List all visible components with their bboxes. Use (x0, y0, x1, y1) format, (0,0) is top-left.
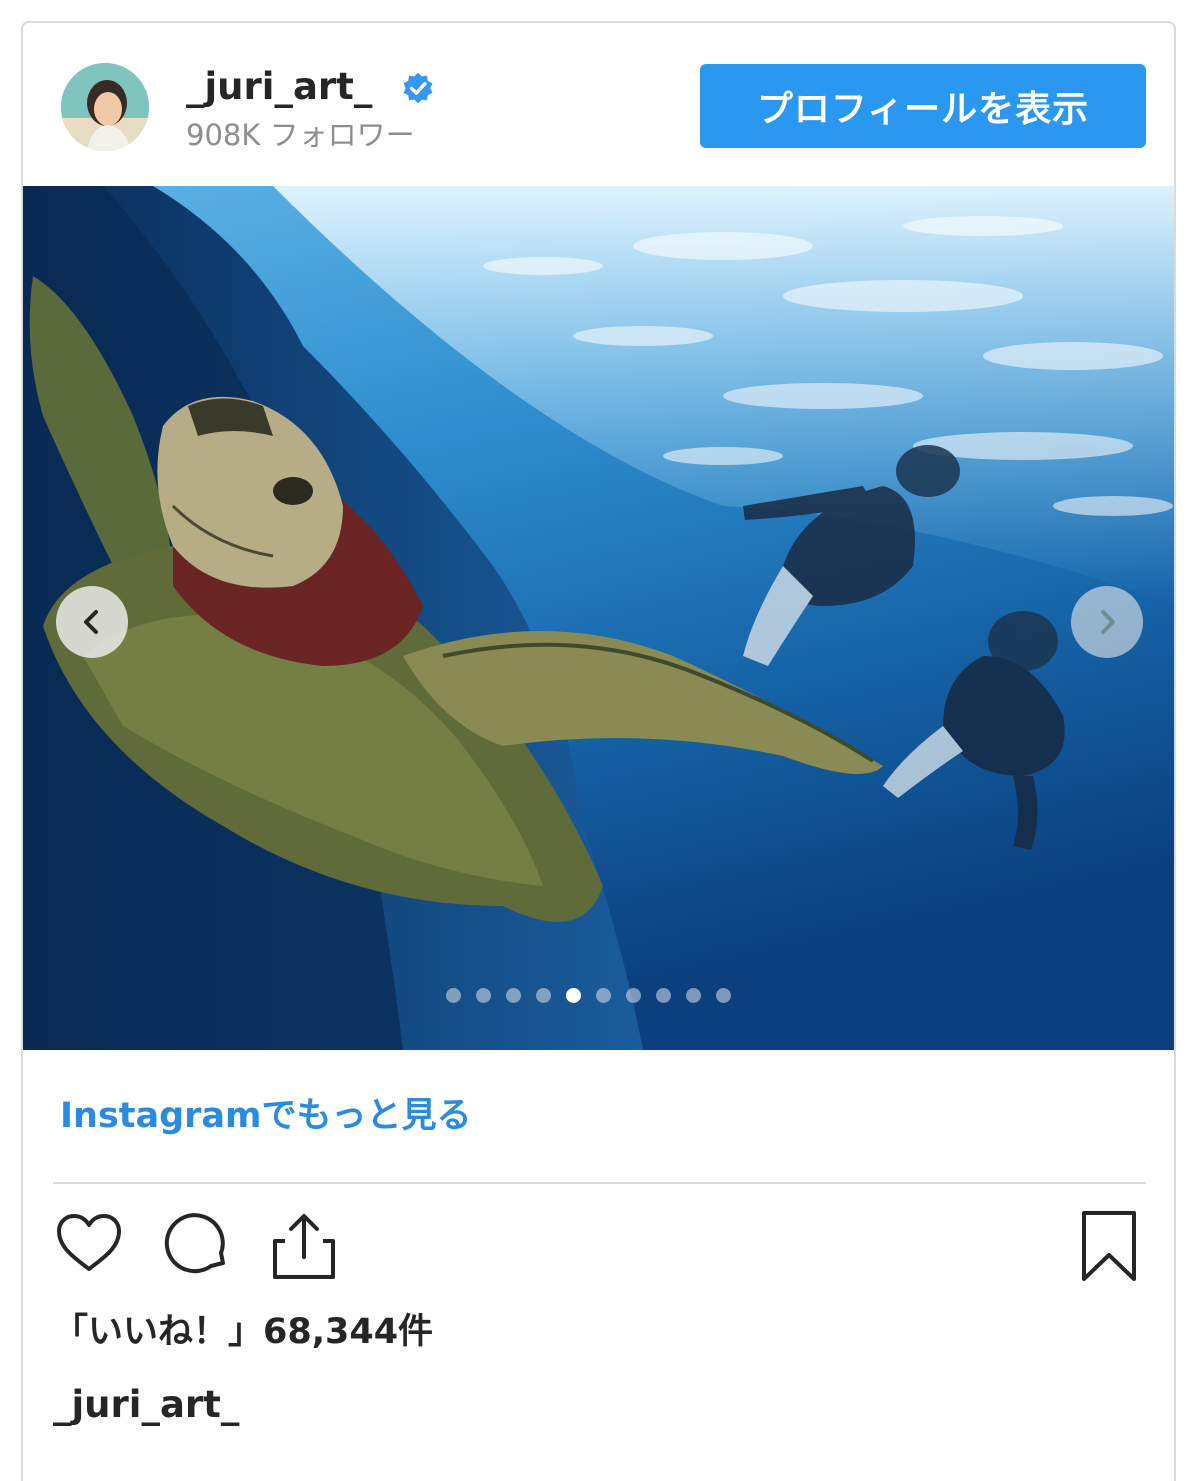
share-icon[interactable] (271, 1211, 337, 1281)
view-more-on-instagram-link[interactable]: Instagramでもっと見る (60, 1091, 472, 1141)
carousel-dot (446, 988, 461, 1003)
underwater-turtle-image (23, 186, 1174, 1050)
carousel-dot (656, 988, 671, 1003)
comment-icon[interactable] (161, 1211, 233, 1275)
carousel-prev-button[interactable] (56, 586, 128, 658)
carousel-dot (686, 988, 701, 1003)
view-profile-button[interactable]: プロフィールを表示 (700, 64, 1146, 148)
caption-username[interactable]: _juri_art_ (53, 1380, 239, 1430)
divider (53, 1182, 1146, 1184)
post-photo[interactable] (23, 186, 1174, 1050)
chevron-left-icon (84, 610, 98, 634)
carousel-dot (476, 988, 491, 1003)
carousel-dot (596, 988, 611, 1003)
instagram-embed-card: _juri_art_ 908K フォロワー プロフィールを表示 Instagra… (21, 21, 1176, 1481)
carousel-dot (506, 988, 521, 1003)
avatar[interactable] (61, 63, 149, 151)
follower-count: 908K フォロワー (186, 118, 415, 152)
like-count: 「いいね！」68,344件 (53, 1312, 434, 1352)
carousel-indicator (23, 988, 1166, 1003)
heart-icon[interactable] (53, 1211, 125, 1275)
bookmark-icon[interactable] (1078, 1209, 1140, 1283)
carousel-dot (536, 988, 551, 1003)
carousel-dot (566, 988, 581, 1003)
carousel-next-button[interactable] (1071, 586, 1143, 658)
chevron-right-icon (1101, 610, 1115, 634)
verified-badge-icon (403, 72, 433, 104)
carousel-dot (626, 988, 641, 1003)
username[interactable]: _juri_art_ (186, 65, 372, 109)
carousel-dot (716, 988, 731, 1003)
